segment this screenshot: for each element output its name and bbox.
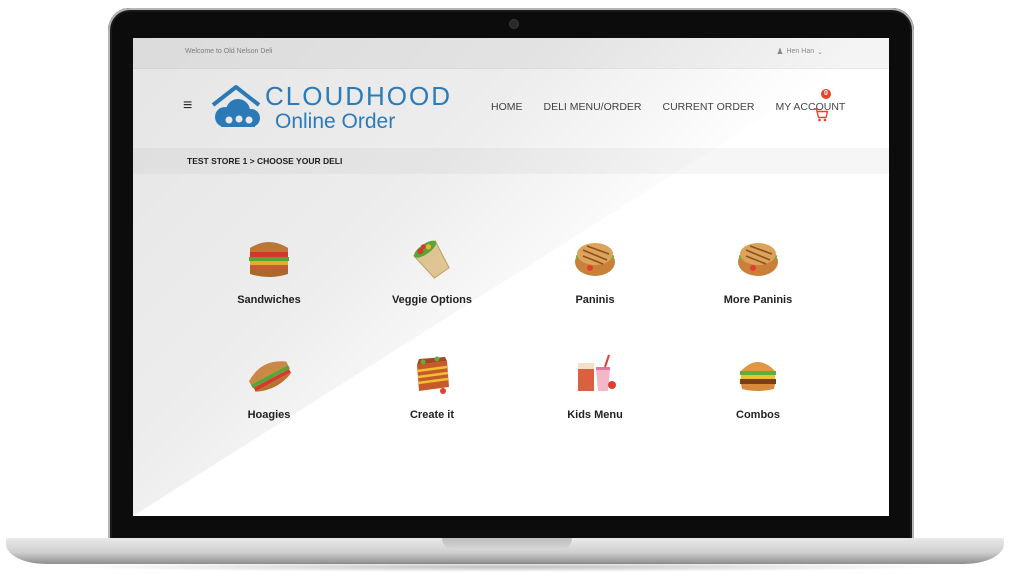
laptop-notch [442,538,572,550]
nav-my-account[interactable]: MY ACCOUNT [776,101,846,113]
panini-icon [575,243,615,276]
welcome-text: Welcome to Old Nelson Deli [185,48,273,55]
header: ≡ CLOUDHOOD Online Order HOME DELI MENU/… [133,69,889,147]
sandwich-icon [249,242,289,277]
chevron-down-icon: ⌄ [817,48,823,56]
category-label: Veggie Options [391,294,473,306]
logo[interactable]: CLOUDHOOD Online Order [207,81,450,141]
category-paninis[interactable]: Paninis [515,234,675,306]
category-kids-menu[interactable]: Kids Menu [515,349,675,421]
category-label: Paninis [575,294,615,306]
burger-icon [740,362,776,391]
category-label: Hoagies [247,409,291,421]
nav-current-order[interactable]: CURRENT ORDER [663,101,755,113]
category-create-it[interactable]: Create it [352,349,512,421]
category-label: More Paninis [723,294,793,306]
hamburger-icon[interactable]: ≡ [183,97,192,115]
nav-deli-menu-order[interactable]: DELI MENU/ORDER [544,101,642,113]
top-bar: Welcome to Old Nelson Deli ♟ Hen Han ⌄ [133,38,889,69]
nav-home[interactable]: HOME [491,101,523,113]
category-label: Sandwiches [237,294,301,306]
category-label: Kids Menu [567,409,623,421]
category-label: Create it [409,409,455,421]
category-sandwiches[interactable]: Sandwiches [189,234,349,306]
category-label: Combos [736,409,780,421]
category-combos[interactable]: Combos [678,349,838,421]
user-menu[interactable]: ♟ Hen Han ⌄ [776,47,823,56]
breadcrumb-bar: TEST STORE 1 > CHOOSE YOUR DELI [133,148,889,174]
hoagie-icon [249,361,292,392]
user-name: Hen Han [786,48,815,55]
panini-icon [738,243,778,276]
cloud-house-logo-icon [211,85,261,127]
category-more-paninis[interactable]: More Paninis [678,234,838,306]
main-nav: HOME DELI MENU/ORDER CURRENT ORDER MY AC… [491,101,845,113]
breadcrumb: TEST STORE 1 > CHOOSE YOUR DELI [187,156,343,166]
webcam-icon [510,20,518,28]
laptop-shadow [60,562,950,572]
brand-tagline: Online Order [275,110,396,133]
category-veggie-options[interactable]: Veggie Options [352,234,512,306]
category-hoagies[interactable]: Hoagies [189,349,349,421]
lasagna-icon [416,356,449,394]
wrap-icon [413,240,450,279]
cart-icon[interactable] [813,107,829,123]
screen: Welcome to Old Nelson Deli ♟ Hen Han ⌄ ≡… [133,38,889,516]
cart-count-badge: 0 [821,89,831,99]
kids-meal-icon [578,354,616,391]
brand-name: CLOUDHOOD [265,81,453,111]
user-icon: ♟ [776,47,784,56]
